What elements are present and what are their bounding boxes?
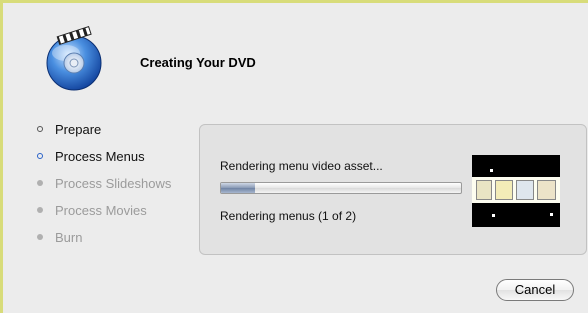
progress-steps-list: Prepare Process Menus Process Slideshows… [35,120,171,255]
step-label: Process Movies [55,203,147,218]
status-title: Rendering menu video asset... [220,159,383,173]
step-pending-icon [37,180,43,186]
step-process-menus: Process Menus [35,147,171,174]
step-label: Burn [55,230,83,245]
step-active-icon [37,153,43,159]
dialog-title: Creating Your DVD [140,55,256,70]
step-process-slideshows: Process Slideshows [35,174,171,201]
step-label: Process Slideshows [55,176,172,191]
step-pending-icon [37,234,43,240]
step-burn: Burn [35,228,171,255]
step-prepare: Prepare [35,120,171,147]
idvd-disc-icon [46,25,102,91]
preview-frame [472,177,560,203]
step-label: Prepare [55,122,102,137]
progress-bar [220,182,462,194]
dvd-creation-window: Creating Your DVD Prepare Process Menus … [0,0,588,313]
cancel-button[interactable]: Cancel [496,279,574,301]
status-detail: Rendering menus (1 of 2) [220,209,357,223]
menu-preview-thumbnail [472,155,560,227]
step-label: Process Menus [55,149,145,164]
step-pending-icon [37,207,43,213]
status-panel: Rendering menu video asset... Rendering … [199,124,587,255]
dialog-header: Creating Your DVD [3,3,588,113]
step-process-movies: Process Movies [35,201,171,228]
progress-bar-fill [221,183,255,193]
step-done-icon [37,126,43,132]
